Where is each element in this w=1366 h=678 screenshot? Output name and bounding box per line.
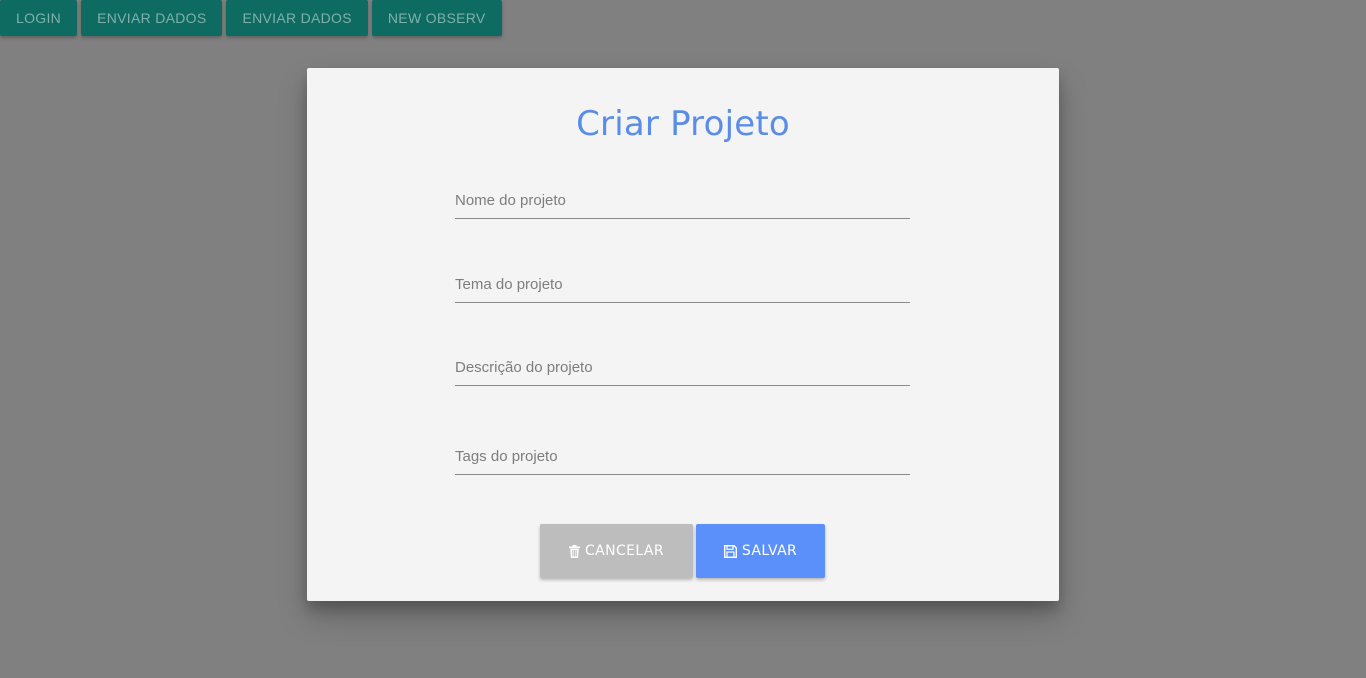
enviar-dados-button-1[interactable]: ENVIAR DADOS [81,0,223,36]
project-tags-input[interactable] [455,438,910,474]
top-toolbar: LOGIN ENVIAR DADOS ENVIAR DADOS NEW OBSE… [0,0,502,36]
login-button[interactable]: LOGIN [0,0,78,36]
save-button[interactable]: SALVAR [696,524,825,578]
create-project-dialog: Criar Projeto CANCELAR [307,68,1059,601]
project-theme-field [455,266,910,303]
save-button-label: SALVAR [741,543,798,559]
dialog-title: Criar Projeto [576,104,790,144]
new-observ-button[interactable]: NEW OBSERV [371,0,502,36]
floppy-disk-icon [723,544,737,558]
project-tags-field [455,438,910,475]
enviar-dados-button-2[interactable]: ENVIAR DADOS [226,0,368,36]
cancel-button[interactable]: CANCELAR [540,524,693,578]
project-description-input[interactable] [455,349,910,385]
project-description-field [455,349,910,386]
dialog-actions: CANCELAR SALVAR [540,524,825,578]
project-name-input[interactable] [455,182,910,218]
project-name-field [455,182,910,219]
trash-icon [568,544,580,558]
cancel-button-label: CANCELAR [584,543,665,559]
project-theme-input[interactable] [455,266,910,302]
